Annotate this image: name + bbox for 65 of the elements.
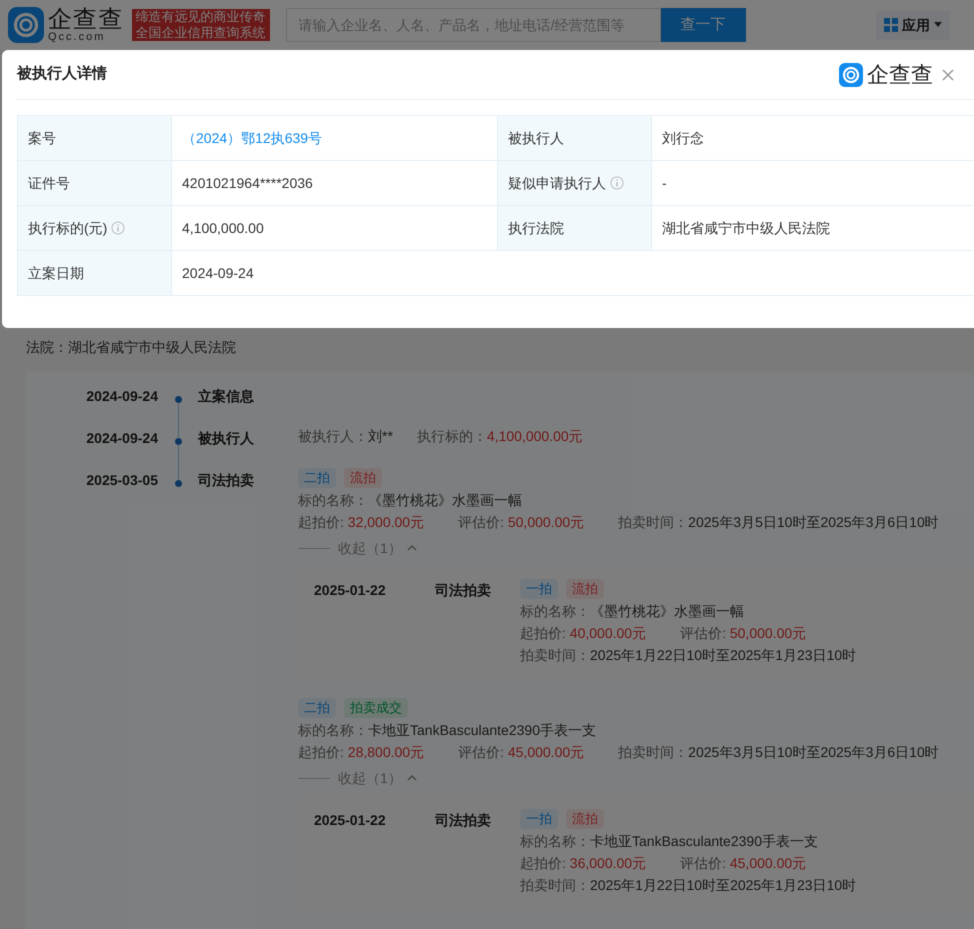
field-label: 执行法院: [498, 206, 652, 250]
status-tag: 二拍: [298, 698, 336, 718]
status-tag: 拍卖成交: [344, 698, 408, 718]
history-title: 司法拍卖: [435, 581, 492, 600]
status-tag: 流拍: [566, 809, 604, 829]
dialog-title: 被执行人详情: [17, 64, 107, 84]
status-tag: 二拍: [298, 468, 336, 488]
info-icon: [111, 221, 126, 235]
grid-icon: [884, 18, 898, 32]
auction-time: 拍卖时间：2025年1月22日10时至2025年1月23日10时: [520, 646, 856, 665]
appraisal-price: 评估价: 45,000.00元: [458, 743, 584, 762]
field-label: 被执行人: [498, 116, 652, 160]
appraisal-price: 评估价: 50,000.00元: [680, 624, 806, 643]
field-value[interactable]: （2024）鄂12执639号: [172, 116, 498, 160]
start-price: 起拍价: 40,000.00元: [520, 624, 646, 643]
history-date: 2025-01-22: [313, 581, 387, 600]
auction-time: 拍卖时间：2025年3月5日10时至2025年3月6日10时: [618, 743, 939, 762]
item-name: 标的名称：卡地亚TankBasculante2390手表一支: [520, 832, 819, 851]
item-name: 标的名称：卡地亚TankBasculante2390手表一支: [298, 721, 597, 740]
court-text: 法院：湖北省咸宁市中级人民法院: [26, 339, 236, 355]
event-field: 被执行人：刘**: [298, 426, 393, 447]
close-icon[interactable]: [941, 68, 955, 82]
field-label: 证件号: [18, 160, 172, 206]
item-name: 标的名称：《墨竹桃花》水墨画一幅: [298, 491, 523, 510]
item-name: 标的名称：《墨竹桃花》水墨画一幅: [520, 602, 745, 621]
collapse-toggle[interactable]: 收起（1）: [338, 537, 418, 559]
field-label: 执行标的(元): [18, 206, 172, 250]
field-value: 4,100,000.00: [172, 206, 498, 250]
appraisal-price: 评估价: 45,000.00元: [680, 854, 806, 873]
event-field: 执行标的：4,100,000.00元: [416, 426, 583, 447]
slogan-text: 缔造有远见的商业传奇: [136, 8, 266, 25]
field-value: 刘行念: [652, 116, 974, 160]
logo-text: 企查查: [48, 8, 124, 32]
field-label: 疑似申请执行人: [498, 160, 652, 206]
status-tag: 流拍: [344, 468, 382, 488]
status-tag: 一拍: [520, 809, 558, 829]
event-title: 被执行人: [198, 429, 255, 448]
logo-text: 企查查: [867, 64, 933, 86]
logo-icon: [8, 7, 44, 43]
field-label: 立案日期: [18, 250, 172, 296]
apps-button[interactable]: 应用: [876, 10, 950, 40]
collapse-toggle[interactable]: 收起（1）: [338, 767, 418, 789]
start-price: 起拍价: 36,000.00元: [520, 854, 646, 873]
event-title: 立案信息: [198, 387, 255, 406]
start-price: 起拍价: 28,800.00元: [298, 743, 424, 762]
history-title: 司法拍卖: [435, 811, 492, 830]
caret-icon: [934, 22, 942, 28]
field-value: 4201021964****2036: [172, 160, 498, 206]
event-date: 2025-03-05: [85, 471, 158, 490]
event-date: 2024-09-24: [85, 387, 158, 406]
appraisal-price: 评估价: 50,000.00元: [458, 513, 584, 532]
info-icon: [610, 176, 624, 190]
slogan-text: 全国企业信用查询系统: [136, 25, 266, 42]
auction-time: 拍卖时间：2025年1月22日10时至2025年1月23日10时: [520, 876, 856, 895]
logo-icon: [839, 62, 863, 86]
history-date: 2025-01-22: [313, 811, 387, 830]
logo-domain: Qcc.com: [48, 32, 106, 42]
search-button[interactable]: 查一下: [660, 8, 746, 42]
status-tag: 一拍: [520, 579, 558, 599]
status-tag: 流拍: [566, 579, 604, 599]
field-label: 案号: [18, 116, 172, 160]
start-price: 起拍价: 32,000.00元: [298, 513, 424, 532]
auction-time: 拍卖时间：2025年3月5日10时至2025年3月6日10时: [618, 513, 939, 532]
event-date: 2024-09-24: [85, 429, 158, 448]
event-title: 司法拍卖: [198, 471, 255, 490]
